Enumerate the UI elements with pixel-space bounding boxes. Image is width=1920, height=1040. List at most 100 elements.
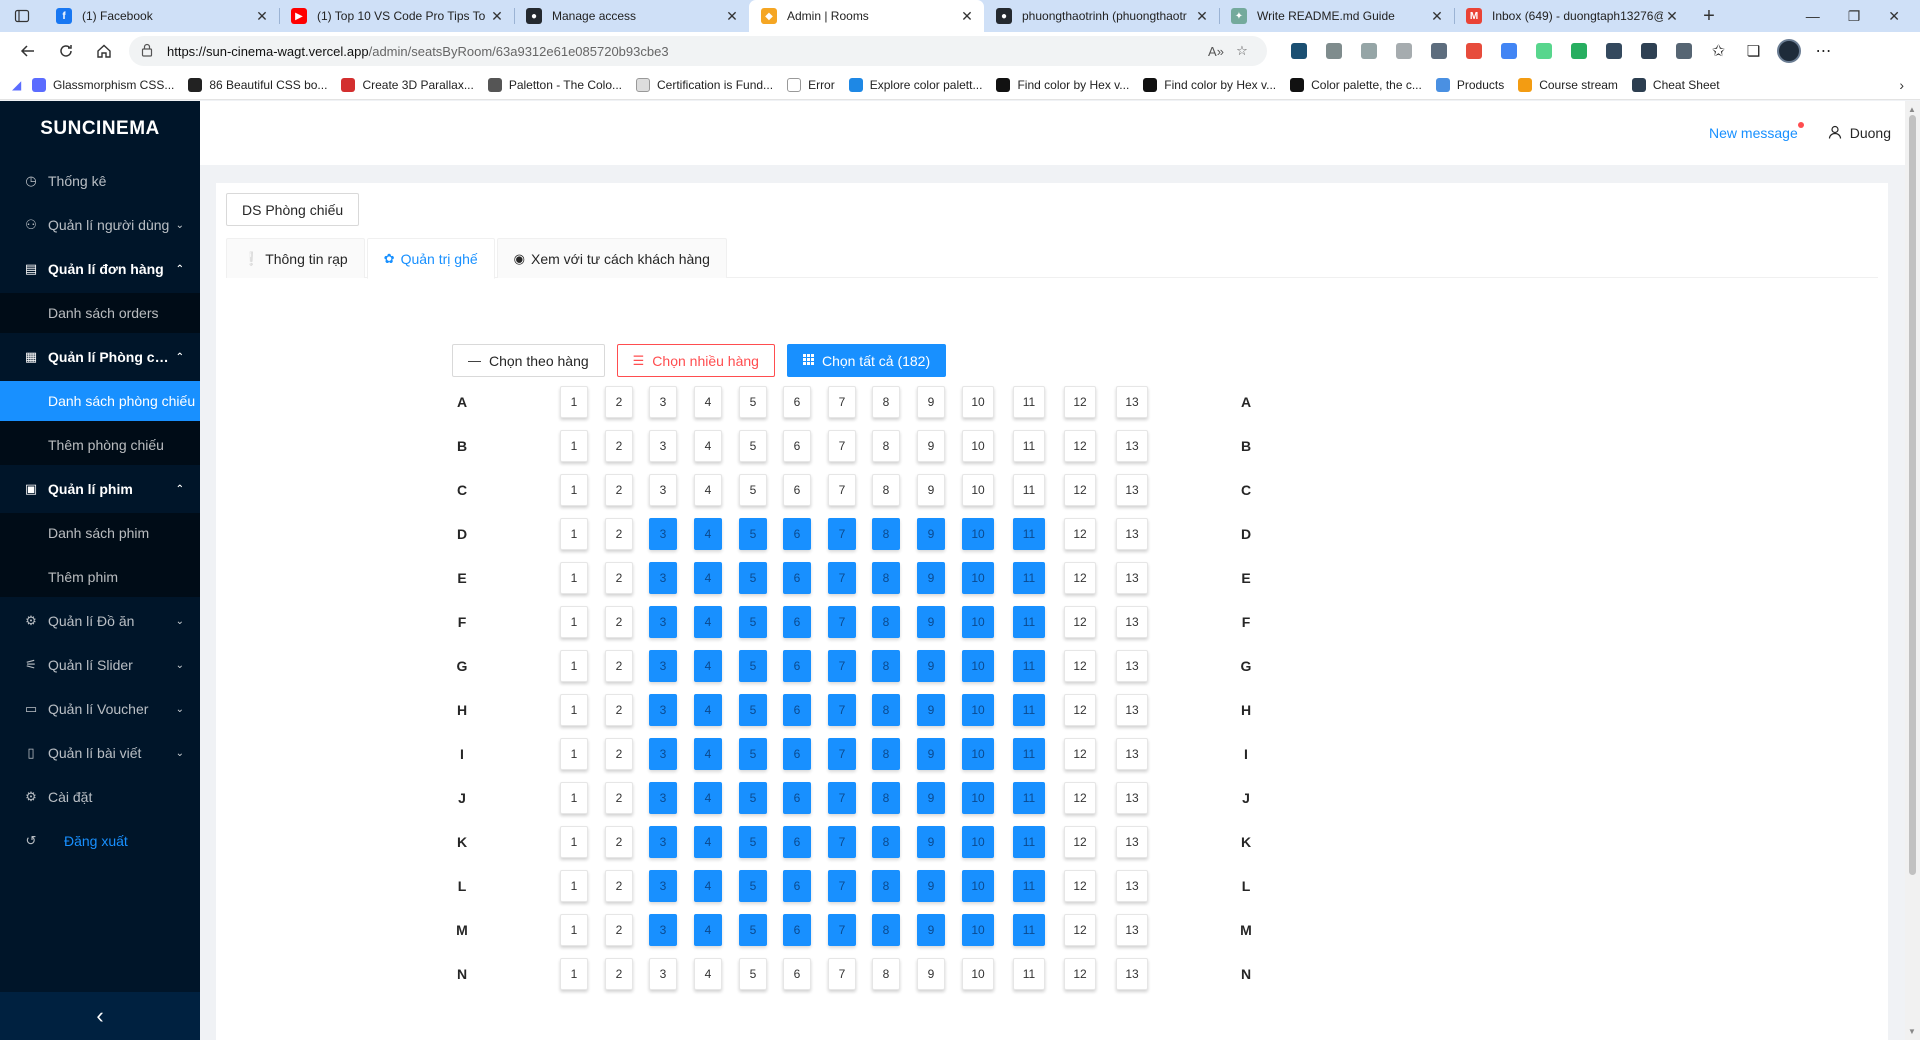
seat-button[interactable]: 4 — [694, 870, 722, 902]
seat-button[interactable]: 10 — [962, 650, 994, 682]
seat-button[interactable]: 3 — [649, 870, 677, 902]
bookmark-item[interactable]: Paletton - The Colo... — [487, 77, 622, 92]
tab-paw[interactable]: ✿ Quản trị ghế — [366, 238, 495, 279]
seat-button[interactable]: 11 — [1013, 562, 1045, 594]
seat-button[interactable]: 9 — [917, 914, 945, 946]
seat-button[interactable]: 8 — [872, 826, 900, 858]
seat-button[interactable]: 8 — [872, 430, 900, 462]
seat-button[interactable]: 4 — [694, 650, 722, 682]
read-aloud-icon[interactable]: A» — [1203, 44, 1229, 59]
bookmark-item[interactable]: Find color by Hex v... — [1143, 77, 1276, 92]
bookmark-item[interactable]: 86 Beautiful CSS bo... — [188, 77, 327, 92]
seat-button[interactable]: 5 — [739, 606, 767, 638]
seat-button[interactable]: 3 — [649, 430, 677, 462]
select-by-row-button[interactable]: — Chọn theo hàng — [452, 344, 605, 377]
extension-icon[interactable] — [1526, 37, 1561, 65]
sidebar-subitem[interactable]: Thêm phim — [0, 557, 200, 597]
seat-button[interactable]: 12 — [1064, 606, 1096, 638]
seat-button[interactable]: 1 — [560, 606, 588, 638]
seat-button[interactable]: 13 — [1116, 870, 1148, 902]
tab-close-icon[interactable]: ✕ — [723, 8, 741, 25]
extension-icon[interactable] — [1491, 37, 1526, 65]
lock-icon[interactable] — [141, 43, 157, 60]
logout-menu-item[interactable]: ↺ Đăng xuất — [0, 821, 200, 861]
seat-button[interactable]: 10 — [962, 870, 994, 902]
seat-button[interactable]: 11 — [1013, 650, 1045, 682]
seat-button[interactable]: 4 — [694, 826, 722, 858]
seat-button[interactable]: 7 — [828, 606, 856, 638]
extension-icon[interactable] — [1281, 37, 1316, 65]
seat-button[interactable]: 5 — [739, 562, 767, 594]
seat-button[interactable]: 11 — [1013, 914, 1045, 946]
seat-button[interactable]: 7 — [828, 738, 856, 770]
seat-button[interactable]: 1 — [560, 474, 588, 506]
seat-button[interactable]: 9 — [917, 430, 945, 462]
seat-button[interactable]: 5 — [739, 650, 767, 682]
bookmark-item[interactable]: Products — [1435, 77, 1504, 92]
seat-button[interactable]: 5 — [739, 474, 767, 506]
seat-button[interactable]: 6 — [783, 386, 811, 418]
seat-button[interactable]: 7 — [828, 782, 856, 814]
seat-button[interactable]: 4 — [694, 782, 722, 814]
seat-button[interactable]: 11 — [1013, 826, 1045, 858]
sidebar-item-user[interactable]: ⚇ Quản lí người dùng ⌄ — [0, 205, 200, 245]
seat-button[interactable]: 1 — [560, 738, 588, 770]
room-list-button[interactable]: DS Phòng chiếu — [226, 193, 360, 226]
seat-button[interactable]: 5 — [739, 914, 767, 946]
brand-logo[interactable]: SUNCINEMA — [0, 101, 200, 157]
seat-button[interactable]: 7 — [828, 826, 856, 858]
extension-icon[interactable] — [1631, 37, 1666, 65]
seat-button[interactable]: 11 — [1013, 738, 1045, 770]
seat-button[interactable]: 6 — [783, 958, 811, 990]
seat-button[interactable]: 10 — [962, 430, 994, 462]
seat-button[interactable]: 12 — [1064, 650, 1096, 682]
seat-button[interactable]: 11 — [1013, 474, 1045, 506]
seat-button[interactable]: 4 — [694, 474, 722, 506]
seat-button[interactable]: 2 — [605, 562, 633, 594]
tab-close-icon[interactable]: ✕ — [958, 8, 976, 25]
favorite-add-icon[interactable]: ☆ — [1229, 43, 1255, 59]
tab-close-icon[interactable]: ✕ — [1193, 8, 1211, 25]
new-tab-button[interactable]: + — [1689, 0, 1729, 32]
select-all-button[interactable]: Chọn tất cả (182) — [786, 344, 947, 377]
seat-button[interactable]: 4 — [694, 738, 722, 770]
new-message-link[interactable]: New message — [1709, 122, 1804, 141]
seat-button[interactable]: 11 — [1013, 386, 1045, 418]
seat-button[interactable]: 7 — [828, 650, 856, 682]
chevron-right-icon[interactable]: › — [1899, 77, 1904, 93]
seat-button[interactable]: 11 — [1013, 694, 1045, 726]
sidebar-item-food[interactable]: ⚙ Quản lí Đồ ăn ⌄ — [0, 601, 200, 641]
extension-icon[interactable] — [1561, 37, 1596, 65]
browser-tab[interactable]: ◆ Admin | Rooms ✕ — [749, 0, 984, 32]
seat-button[interactable]: 5 — [739, 738, 767, 770]
seat-button[interactable]: 9 — [917, 518, 945, 550]
seat-button[interactable]: 3 — [649, 474, 677, 506]
seat-button[interactable]: 12 — [1064, 694, 1096, 726]
seat-button[interactable]: 7 — [828, 474, 856, 506]
seat-button[interactable]: 3 — [649, 826, 677, 858]
restore-button[interactable]: ❐ — [1848, 8, 1861, 25]
seat-button[interactable]: 6 — [783, 562, 811, 594]
sidebar-collapse-button[interactable]: ‹ — [0, 992, 200, 1040]
seat-button[interactable]: 9 — [917, 958, 945, 990]
seat-button[interactable]: 1 — [560, 694, 588, 726]
close-window-button[interactable]: ✕ — [1888, 8, 1900, 25]
seat-button[interactable]: 12 — [1064, 914, 1096, 946]
minimize-button[interactable]: — — [1806, 8, 1820, 24]
seat-button[interactable]: 10 — [962, 782, 994, 814]
address-bar[interactable]: https://sun-cinema-wagt.vercel.app/admin… — [129, 36, 1267, 66]
seat-button[interactable]: 3 — [649, 958, 677, 990]
seat-button[interactable]: 12 — [1064, 782, 1096, 814]
page-scrollbar[interactable]: ▲ ▼ — [1905, 101, 1920, 1040]
bookmark-item[interactable]: Create 3D Parallax... — [341, 77, 474, 92]
seat-button[interactable]: 9 — [917, 694, 945, 726]
refresh-button[interactable] — [47, 35, 85, 67]
seat-button[interactable]: 4 — [694, 694, 722, 726]
seat-button[interactable]: 9 — [917, 606, 945, 638]
bookmark-item[interactable]: Find color by Hex v... — [996, 77, 1129, 92]
seat-button[interactable]: 4 — [694, 958, 722, 990]
seat-button[interactable]: 10 — [962, 694, 994, 726]
seat-button[interactable]: 8 — [872, 870, 900, 902]
user-menu[interactable]: Duong — [1828, 125, 1891, 142]
browser-tab[interactable]: ● Manage access ✕ — [514, 0, 749, 32]
